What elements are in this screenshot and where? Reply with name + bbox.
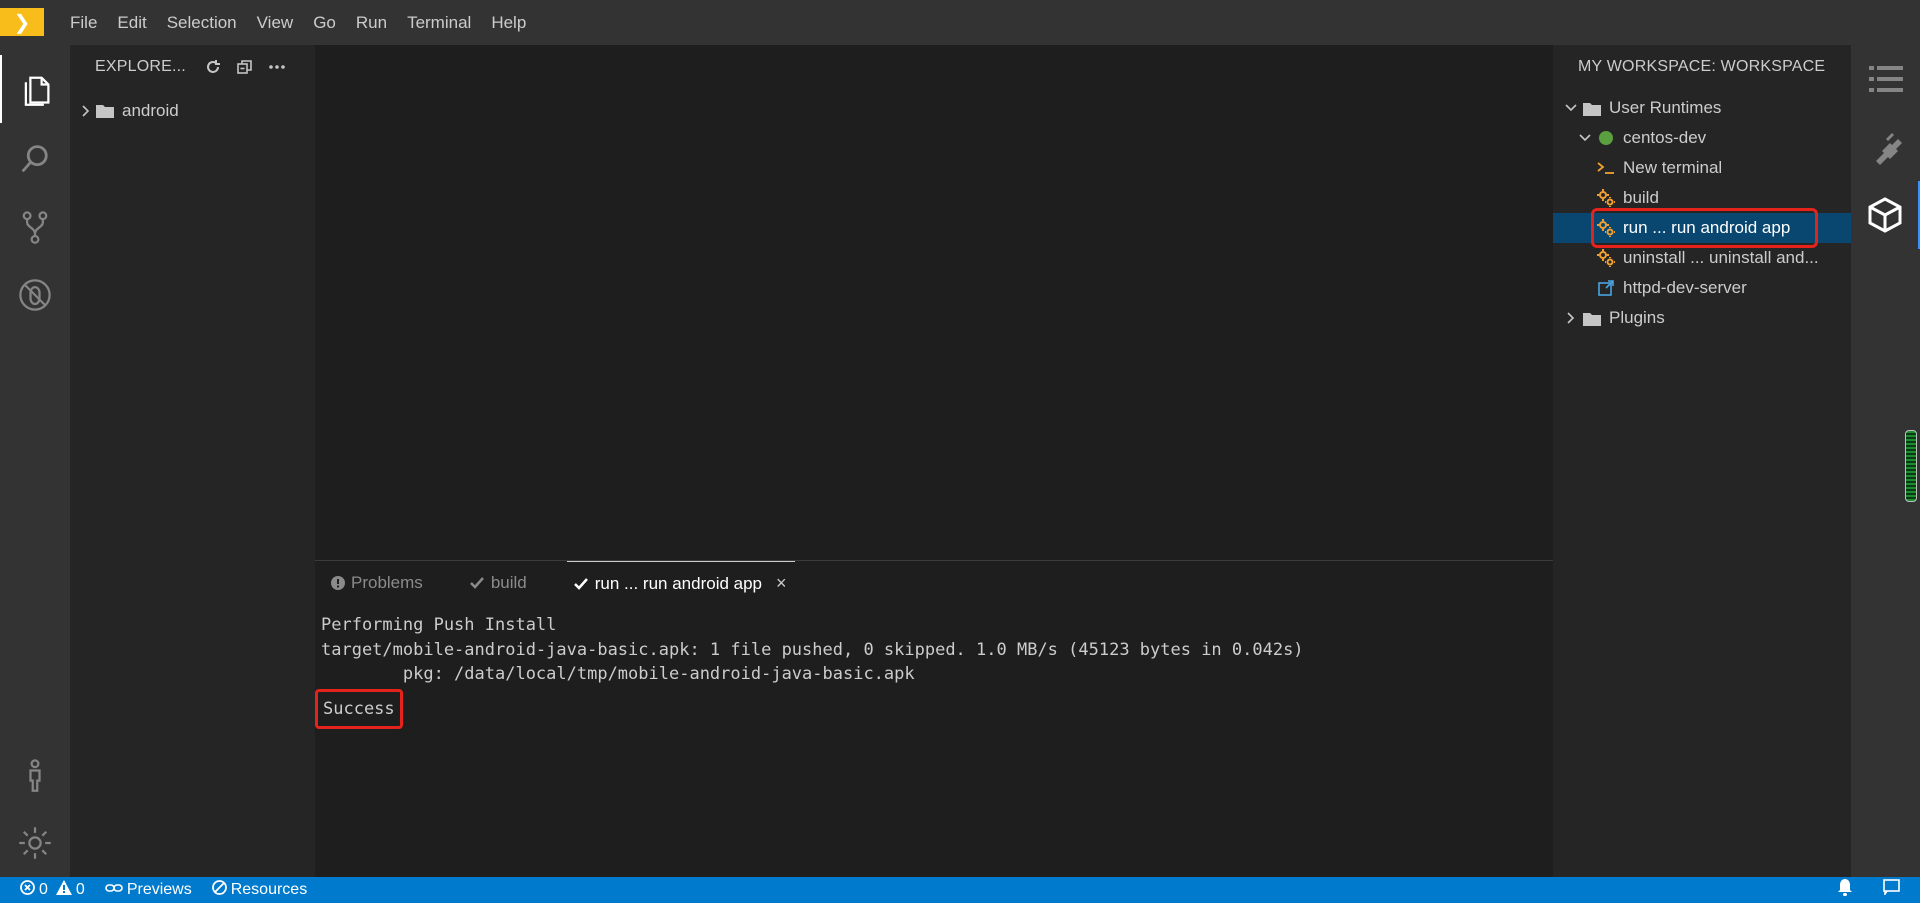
menu-selection[interactable]: Selection (157, 0, 247, 45)
chevron-down-icon (1575, 133, 1595, 143)
terminal-line: pkg: /data/local/tmp/mobile-android-java… (321, 664, 915, 684)
outline-list-icon[interactable] (1851, 45, 1920, 113)
terminal-icon (1595, 157, 1617, 179)
more-actions-icon[interactable] (268, 58, 286, 76)
check-icon (573, 577, 589, 591)
link-icon (105, 881, 123, 899)
highlight-box (1591, 208, 1818, 248)
explorer-title: EXPLORE... (95, 58, 186, 75)
tree-item-httpd-dev-server[interactable]: httpd-dev-server (1553, 273, 1851, 303)
ide-window: ❯ File Edit Selection View Go Run Termin… (0, 0, 1920, 903)
info-icon (331, 576, 345, 590)
feedback-icon[interactable] (1883, 879, 1900, 901)
status-bar: 0 0 Previews Resources (0, 877, 1920, 903)
source-control-icon[interactable] (0, 193, 70, 261)
panel-tabs: Problems build run ... run android app × (315, 561, 1553, 605)
error-count: 0 (39, 881, 48, 898)
gears-icon (1595, 187, 1617, 209)
explorer-header: EXPLORE... (70, 45, 315, 89)
right-activity-bar (1851, 45, 1920, 877)
warning-icon (55, 880, 72, 900)
status-bar-right (1837, 879, 1920, 901)
folder-icon (1581, 97, 1603, 119)
workspace-cube-icon[interactable] (1851, 181, 1920, 249)
tab-problems[interactable]: Problems (325, 561, 435, 605)
tree-item-run-android-app[interactable]: run ... run android app (1553, 208, 1851, 248)
problems-status[interactable]: 0 0 (20, 880, 85, 900)
chevron-down-icon (1561, 103, 1581, 113)
menu-help[interactable]: Help (481, 0, 536, 45)
explorer-files-icon[interactable] (0, 55, 70, 123)
workspace-title: MY WORKSPACE: WORKSPACE (1578, 58, 1826, 75)
resource-meter (1905, 430, 1917, 502)
account-icon[interactable] (0, 741, 70, 809)
tree-item-user-runtimes[interactable]: User Runtimes (1553, 93, 1851, 123)
bottom-panel: Problems build run ... run android app ×… (315, 560, 1553, 877)
close-icon[interactable]: × (776, 573, 787, 594)
previews-status[interactable]: Previews (105, 881, 192, 899)
bell-icon[interactable] (1837, 879, 1853, 901)
menu-view[interactable]: View (247, 0, 304, 45)
chevron-right-icon (76, 104, 96, 118)
menu-file[interactable]: File (60, 0, 107, 45)
menu-items: File Edit Selection View Go Run Terminal… (60, 0, 536, 45)
menu-go[interactable]: Go (303, 0, 346, 45)
explorer-sidebar: EXPLORE... android (70, 45, 315, 877)
tree-item-uninstall[interactable]: uninstall ... uninstall and... (1553, 243, 1851, 273)
editor-area (315, 45, 1553, 560)
terminal-line: target/mobile-android-java-basic.apk: 1 … (321, 639, 1304, 660)
terminal-line: Performing Push Install (321, 615, 557, 635)
check-icon (469, 576, 485, 590)
explorer-actions (204, 58, 286, 76)
menu-edit[interactable]: Edit (107, 0, 156, 45)
external-link-icon (1595, 277, 1617, 299)
status-dot-icon (1595, 127, 1617, 149)
terminal-output[interactable]: Performing Push Install target/mobile-and… (315, 605, 1553, 737)
plug-icon[interactable] (1851, 113, 1920, 181)
folder-icon (1581, 307, 1603, 329)
warning-count: 0 (75, 881, 85, 898)
tree-item-android[interactable]: android (70, 97, 315, 125)
resources-status[interactable]: Resources (211, 880, 307, 900)
activity-bar (0, 45, 70, 877)
debug-icon[interactable] (0, 261, 70, 329)
search-icon[interactable] (0, 125, 70, 193)
workspace-panel: MY WORKSPACE: WORKSPACE User Runtimes ce… (1553, 45, 1851, 877)
menu-bar: ❯ File Edit Selection View Go Run Termin… (0, 0, 1920, 45)
menu-terminal[interactable]: Terminal (397, 0, 481, 45)
tab-run-android-app[interactable]: run ... run android app × (566, 561, 795, 605)
menu-run[interactable]: Run (346, 0, 397, 45)
refresh-icon[interactable] (204, 58, 222, 76)
tab-build[interactable]: build (463, 561, 539, 605)
collapse-all-icon[interactable] (236, 58, 254, 76)
folder-icon (96, 103, 116, 119)
gears-icon (1595, 247, 1617, 269)
tree-item-plugins[interactable]: Plugins (1553, 303, 1851, 333)
gear-icon[interactable] (0, 809, 70, 877)
error-icon (20, 880, 35, 900)
tree-item-label: android (122, 101, 179, 120)
tree-item-centos-dev[interactable]: centos-dev (1553, 123, 1851, 153)
block-icon (211, 880, 227, 900)
che-logo-icon[interactable]: ❯ (0, 8, 44, 36)
chevron-right-icon (1561, 311, 1581, 325)
terminal-success-line: Success (315, 688, 403, 729)
tree-item-new-terminal[interactable]: New terminal (1553, 153, 1851, 183)
